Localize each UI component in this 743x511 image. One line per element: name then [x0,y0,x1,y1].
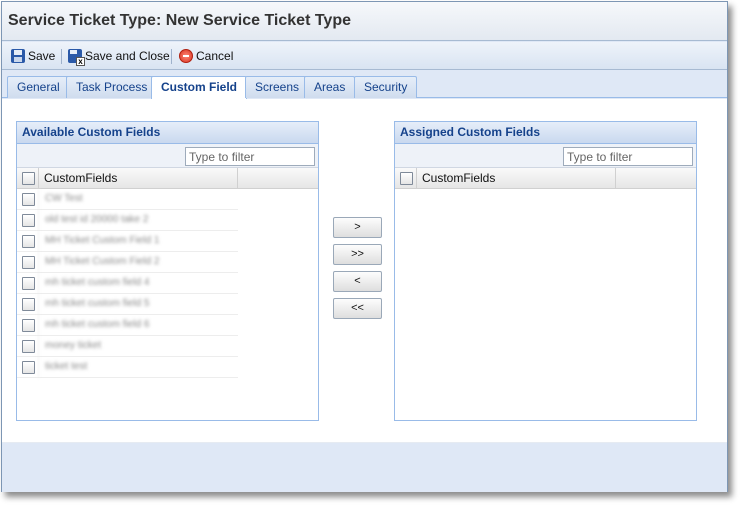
row-checkbox[interactable] [22,277,35,290]
window-footer-area [2,442,727,492]
save-and-close-button[interactable]: x Save and Close [68,47,170,66]
assigned-column-header[interactable]: CustomFields [416,168,616,189]
table-row[interactable]: ticket test [17,357,238,378]
save-button-label: Save [28,49,56,63]
table-row[interactable]: MH Ticket Custom Field 1 [17,231,238,252]
available-custom-fields-panel: Available Custom Fields CustomFields CW … [16,121,319,421]
custom-field-name: MH Ticket Custom Field 1 [38,231,238,252]
add-all-button[interactable]: >> [333,244,382,265]
row-checkbox[interactable] [22,361,35,374]
remove-all-button[interactable]: << [333,298,382,319]
assigned-panel-title: Assigned Custom Fields [395,122,696,144]
available-select-all-checkbox[interactable] [22,172,35,185]
toolbar-separator [61,49,62,64]
table-row[interactable]: money ticket [17,336,238,357]
tab-general[interactable]: General [7,76,70,98]
table-row[interactable]: mh ticket custom field 4 [17,273,238,294]
custom-field-tab-content: Available Custom Fields CustomFields CW … [2,99,727,492]
assigned-grid-header: CustomFields [395,168,696,189]
assigned-select-all-checkbox[interactable] [400,172,413,185]
custom-field-name: mh ticket custom field 4 [38,273,238,294]
available-column-header[interactable]: CustomFields [38,168,238,189]
save-and-close-icon: x [68,49,85,66]
table-row[interactable]: CW Test [17,189,238,210]
custom-field-name: mh ticket custom field 5 [38,294,238,315]
service-ticket-type-window: Service Ticket Type: New Service Ticket … [1,1,728,492]
available-filter-bar [17,144,318,168]
table-row[interactable]: mh ticket custom field 5 [17,294,238,315]
custom-field-name: CW Test [38,189,238,210]
available-panel-title: Available Custom Fields [17,122,318,144]
title-bar: Service Ticket Type: New Service Ticket … [2,2,727,41]
row-checkbox[interactable] [22,214,35,227]
available-filter-input[interactable] [185,147,315,166]
assigned-filter-bar [395,144,696,168]
toolbar: Save x Save and Close Cancel [2,42,727,70]
row-checkbox[interactable] [22,319,35,332]
row-checkbox[interactable] [22,340,35,353]
available-rows-list: CW Test old test id 20000 take 2 MH Ticket… [17,189,318,378]
save-button[interactable]: Save [11,47,55,65]
window-title: Service Ticket Type: New Service Ticket … [8,12,351,29]
assigned-custom-fields-panel: Assigned Custom Fields CustomFields [394,121,697,421]
save-and-close-button-label: Save and Close [85,49,170,63]
table-row[interactable]: old test id 20000 take 2 [17,210,238,231]
custom-field-name: mh ticket custom field 6 [38,315,238,336]
custom-field-name: old test id 20000 take 2 [38,210,238,231]
tab-security[interactable]: Security [354,76,418,98]
toolbar-separator [171,49,172,64]
custom-field-name: money ticket [38,336,238,357]
tab-task-process[interactable]: Task Process [66,76,158,98]
tab-screens[interactable]: Screens [245,76,310,98]
tab-strip: General Task Process Custom Field Screen… [2,71,727,99]
custom-field-name: MH Ticket Custom Field 2 [38,252,238,273]
remove-selected-button[interactable]: < [333,271,382,292]
cancel-button-label: Cancel [196,49,234,63]
table-row[interactable]: mh ticket custom field 6 [17,315,238,336]
row-checkbox[interactable] [22,298,35,311]
table-row[interactable]: MH Ticket Custom Field 2 [17,252,238,273]
cancel-icon [179,49,193,63]
assigned-filter-input[interactable] [563,147,693,166]
available-grid-header: CustomFields [17,168,318,189]
row-checkbox[interactable] [22,235,35,248]
tab-custom-field[interactable]: Custom Field [151,76,248,99]
add-selected-button[interactable]: > [333,217,382,238]
tab-areas[interactable]: Areas [304,76,356,98]
custom-field-name: ticket test [38,357,238,378]
save-icon [11,49,25,63]
row-checkbox[interactable] [22,256,35,269]
cancel-button[interactable]: Cancel [179,47,233,65]
row-checkbox[interactable] [22,193,35,206]
